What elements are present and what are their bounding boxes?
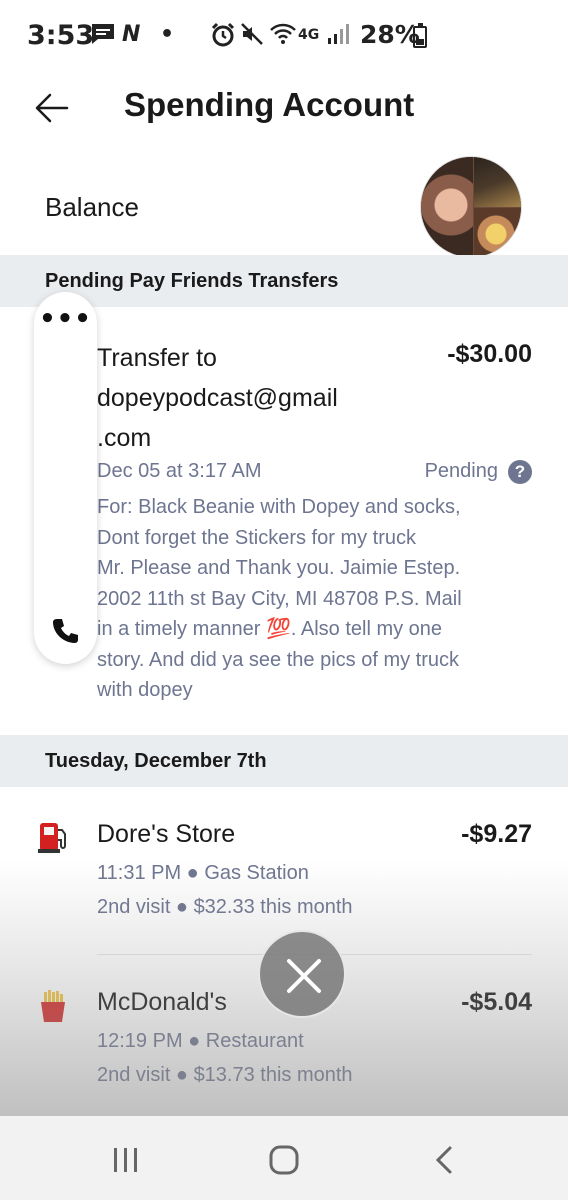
message-icon <box>90 22 116 53</box>
dot-icon: • <box>160 22 175 47</box>
transaction-time-category: 12:19 PM ● Restaurant <box>97 1030 304 1052</box>
arrow-left-icon <box>35 93 69 123</box>
home-icon <box>269 1145 299 1175</box>
transaction-visit-info: 2nd visit ● $13.73 this month <box>97 1064 353 1086</box>
pending-section-title: Pending Pay Friends Transfers <box>45 270 339 292</box>
transfer-amount: -$30.00 <box>447 340 532 368</box>
transaction-merchant: Dore's Store <box>97 820 236 848</box>
battery-percent: 28% <box>360 20 420 49</box>
day-section-title: Tuesday, December 7th <box>45 750 267 772</box>
recent-apps-icon <box>114 1148 137 1172</box>
battery-icon <box>413 23 427 48</box>
transaction-time-category: 11:31 PM ● Gas Station <box>97 862 309 884</box>
back-nav-button[interactable] <box>414 1140 474 1180</box>
transfer-status: Pending <box>424 460 498 482</box>
news-app-icon: N <box>122 22 141 47</box>
recent-apps-button[interactable] <box>96 1140 156 1180</box>
page-title: Spending Account <box>124 86 415 123</box>
signal-icon <box>326 22 352 53</box>
close-bubble-button[interactable] <box>258 930 346 1018</box>
home-button[interactable] <box>254 1140 314 1180</box>
transfer-memo: For: Black Beanie with Dopey and socks, … <box>97 496 462 701</box>
status-time: 3:53 <box>27 20 95 51</box>
wifi-icon <box>270 22 296 53</box>
chevron-left-icon <box>435 1146 452 1174</box>
fuel-pump-icon <box>36 820 70 854</box>
system-nav-bar <box>0 1116 568 1200</box>
transaction-amount: -$5.04 <box>461 988 532 1016</box>
transfer-title: Transfer to dopeypodcast@gmail .com <box>97 344 338 452</box>
balance-label: Balance <box>45 192 139 222</box>
avatar[interactable] <box>420 156 522 258</box>
fries-icon <box>36 990 70 1024</box>
status-bar: 3:53 N • 4G 28% <box>0 0 568 70</box>
transaction-merchant: McDonald's <box>97 988 227 1016</box>
close-icon <box>287 959 321 993</box>
floating-side-panel: ••• <box>34 292 97 664</box>
transaction-amount: -$9.27 <box>461 820 532 848</box>
phone-icon[interactable] <box>50 616 82 648</box>
back-button[interactable] <box>30 86 74 130</box>
more-options-icon[interactable]: ••• <box>34 306 97 332</box>
mute-icon <box>240 22 264 53</box>
help-icon[interactable]: ? <box>508 460 532 484</box>
day-section-header: Tuesday, December 7th <box>0 735 568 787</box>
transfer-date: Dec 05 at 3:17 AM <box>97 460 262 482</box>
network-type-icon: 4G <box>298 27 320 43</box>
transaction-visit-info: 2nd visit ● $32.33 this month <box>97 896 353 918</box>
alarm-icon <box>210 22 236 55</box>
